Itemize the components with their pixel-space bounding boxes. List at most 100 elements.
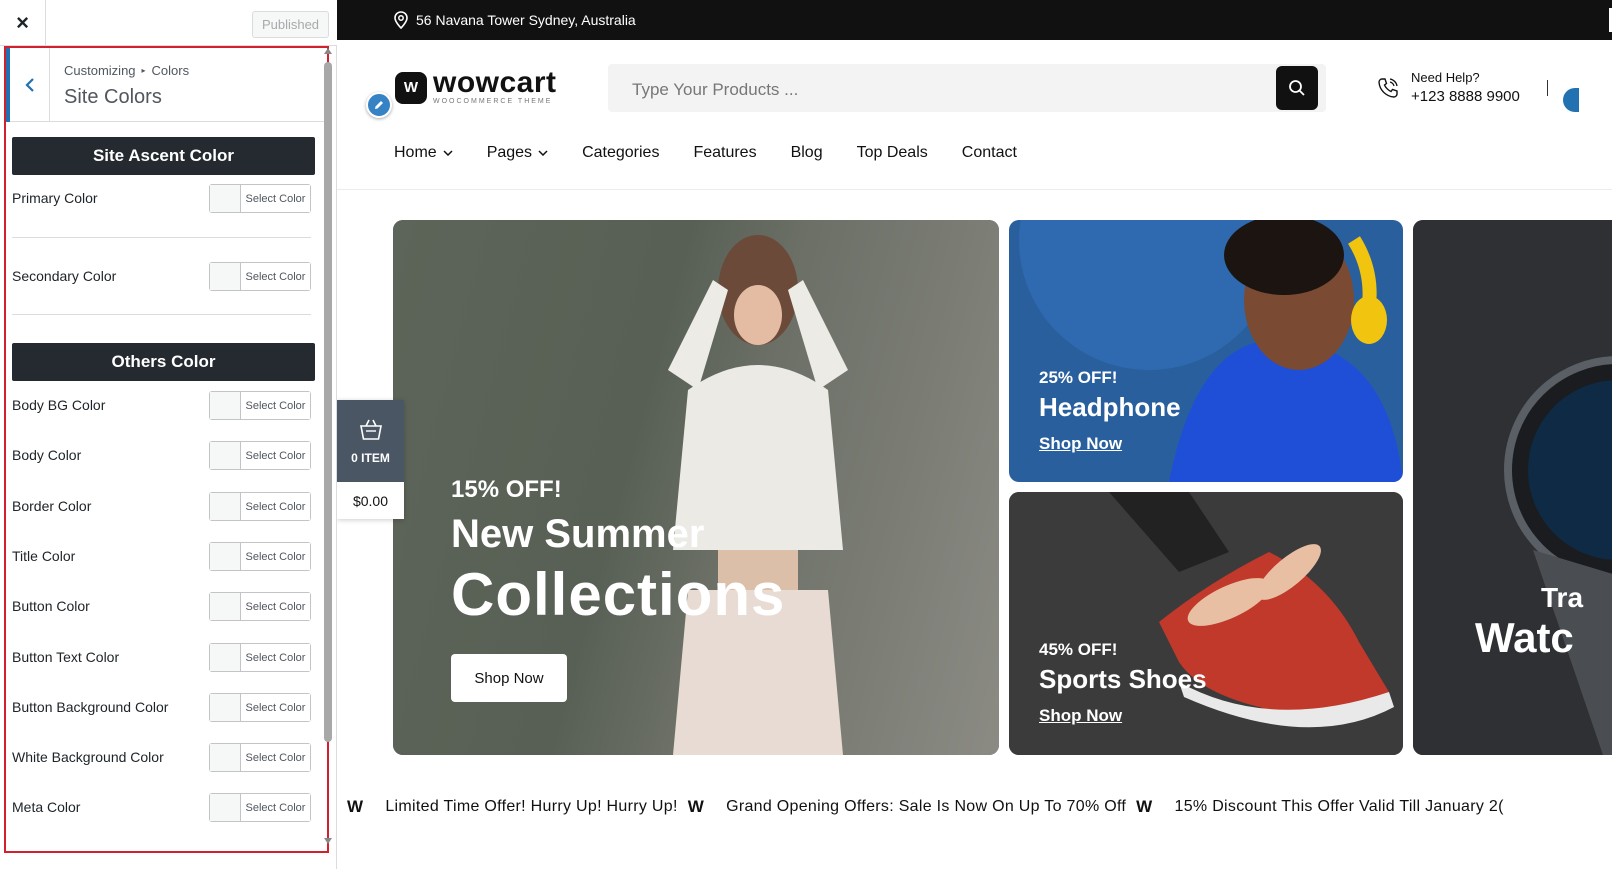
- nav-item-pages[interactable]: Pages: [487, 144, 548, 162]
- select-color-text: Select Color: [241, 694, 310, 721]
- color-row-secondary: Secondary Color Select Color: [12, 262, 311, 292]
- phone-icon: [1378, 77, 1398, 98]
- hero-title-line1: New Summer: [451, 512, 705, 556]
- divider: [12, 237, 311, 238]
- nav-label: Pages: [486, 144, 533, 161]
- color-row-meta: Meta Color Select Color: [12, 793, 311, 823]
- chevron-left-icon: [24, 78, 34, 92]
- nav-label: Blog: [790, 144, 823, 161]
- site-colors-panel: Customizing ▸ Colors Site Colors Site As…: [4, 46, 329, 853]
- scroll-thumb[interactable]: [324, 62, 332, 742]
- nav-label: Home: [394, 144, 437, 161]
- nav-item-contact[interactable]: Contact: [962, 144, 1017, 162]
- select-color-text: Select Color: [241, 263, 310, 290]
- color-label: Meta Color: [12, 799, 81, 815]
- select-color-button[interactable]: Select Color: [209, 262, 311, 291]
- select-color-button[interactable]: Select Color: [209, 693, 311, 722]
- select-color-button[interactable]: Select Color: [209, 592, 311, 621]
- select-color-text: Select Color: [241, 493, 310, 520]
- promo-card-watch: Tra Watc: [1413, 220, 1612, 755]
- cart-total: $0.00: [352, 492, 389, 509]
- card-shop-now-link[interactable]: Shop Now: [1039, 706, 1122, 726]
- site-preview: 56 Navana Tower Sydney, Australia W wowc…: [337, 0, 1612, 869]
- nav-label: Categories: [582, 144, 660, 161]
- help-title: Need Help?: [1411, 70, 1480, 85]
- nav-item-categories[interactable]: Categories: [582, 144, 659, 162]
- select-color-button[interactable]: Select Color: [209, 793, 311, 822]
- color-swatch: [210, 543, 241, 570]
- help-phone[interactable]: +123 8888 9900: [1411, 88, 1520, 105]
- nav-label: Top Deals: [856, 144, 928, 161]
- nav-label: Contact: [961, 144, 1017, 161]
- select-color-button[interactable]: Select Color: [209, 391, 311, 420]
- main-nav: Home Pages Categories Features Blog Top …: [394, 144, 1051, 162]
- select-color-button[interactable]: Select Color: [209, 184, 311, 213]
- color-row-body: Body Color Select Color: [12, 441, 311, 471]
- color-swatch: [210, 185, 241, 212]
- header-divider: [337, 189, 1612, 190]
- scroll-up-icon[interactable]: [324, 48, 332, 54]
- customizer-header: × Published: [0, 0, 337, 46]
- breadcrumb-separator-icon: ▸: [141, 66, 146, 75]
- w-logo-icon: W: [347, 797, 364, 816]
- chevron-down-icon: [538, 150, 548, 156]
- color-row-title: Title Color Select Color: [12, 542, 311, 572]
- product-search: Type Your Products ...: [608, 64, 1326, 112]
- color-row-button-background: Button Background Color Select Color: [12, 693, 311, 723]
- address: 56 Navana Tower Sydney, Australia: [393, 11, 636, 29]
- nav-item-home[interactable]: Home: [394, 144, 453, 162]
- sidebar-scrollbar[interactable]: [320, 46, 336, 853]
- card-title: Sports Shoes: [1039, 664, 1207, 694]
- location-pin-icon: [394, 11, 408, 29]
- scroll-down-icon[interactable]: [324, 838, 332, 844]
- color-label: Title Color: [12, 548, 76, 564]
- basket-icon: [359, 419, 382, 440]
- search-button[interactable]: [1276, 66, 1318, 110]
- cart-item-count: 0 ITEM: [351, 451, 390, 465]
- select-color-button[interactable]: Select Color: [209, 743, 311, 772]
- breadcrumb-section: Colors: [151, 63, 190, 78]
- edit-shortcut-button[interactable]: [366, 92, 392, 118]
- color-label: Body BG Color: [12, 397, 106, 413]
- group-header-site-ascent: Site Ascent Color: [12, 137, 315, 175]
- select-color-button[interactable]: Select Color: [209, 492, 311, 521]
- select-color-button[interactable]: Select Color: [209, 643, 311, 672]
- watch-image: [1413, 220, 1612, 755]
- floating-cart[interactable]: 0 ITEM $0.00: [337, 400, 404, 519]
- search-input[interactable]: Type Your Products ...: [632, 80, 798, 100]
- card-title-partial: Tra: [1541, 582, 1584, 613]
- color-swatch: [210, 744, 241, 771]
- close-customizer-button[interactable]: ×: [0, 0, 46, 46]
- color-swatch: [210, 392, 241, 419]
- published-button[interactable]: Published: [252, 11, 329, 38]
- w-logo-icon: W: [1136, 797, 1153, 816]
- select-color-text: Select Color: [241, 744, 310, 771]
- cart-top: 0 ITEM: [337, 400, 404, 482]
- site-logo[interactable]: W wowcart WOOCOMMERCE THEME: [395, 68, 557, 105]
- card-shop-now-link[interactable]: Shop Now: [1039, 434, 1122, 454]
- color-swatch: [210, 694, 241, 721]
- select-color-button[interactable]: Select Color: [209, 441, 311, 470]
- color-row-white-background: White Background Color Select Color: [12, 743, 311, 773]
- back-button[interactable]: [6, 48, 50, 122]
- ticker-item: W Grand Opening Offers: Sale Is Now On Up…: [678, 797, 1126, 817]
- nav-item-features[interactable]: Features: [693, 144, 756, 162]
- color-label: White Background Color: [12, 749, 164, 765]
- hero-title-line2: Collections: [451, 561, 786, 628]
- edit-shortcut-edge[interactable]: [1563, 88, 1579, 112]
- color-row-button: Button Color Select Color: [12, 592, 311, 622]
- ticker-text: Limited Time Offer! Hurry Up! Hurry Up!: [385, 798, 678, 815]
- card-title: Headphone: [1039, 392, 1181, 422]
- chevron-down-icon: [443, 150, 453, 156]
- select-color-button[interactable]: Select Color: [209, 542, 311, 571]
- breadcrumb: Customizing ▸ Colors: [64, 63, 189, 78]
- select-color-text: Select Color: [241, 392, 310, 419]
- hero-shop-now-button[interactable]: Shop Now: [451, 654, 567, 702]
- color-label: Button Background Color: [12, 699, 169, 715]
- breadcrumb-root: Customizing: [64, 63, 136, 78]
- color-label: Border Color: [12, 498, 92, 514]
- nav-item-blog[interactable]: Blog: [791, 144, 823, 162]
- w-logo-icon: W: [687, 797, 705, 816]
- logo-badge: W: [395, 71, 427, 104]
- nav-item-top-deals[interactable]: Top Deals: [857, 144, 928, 162]
